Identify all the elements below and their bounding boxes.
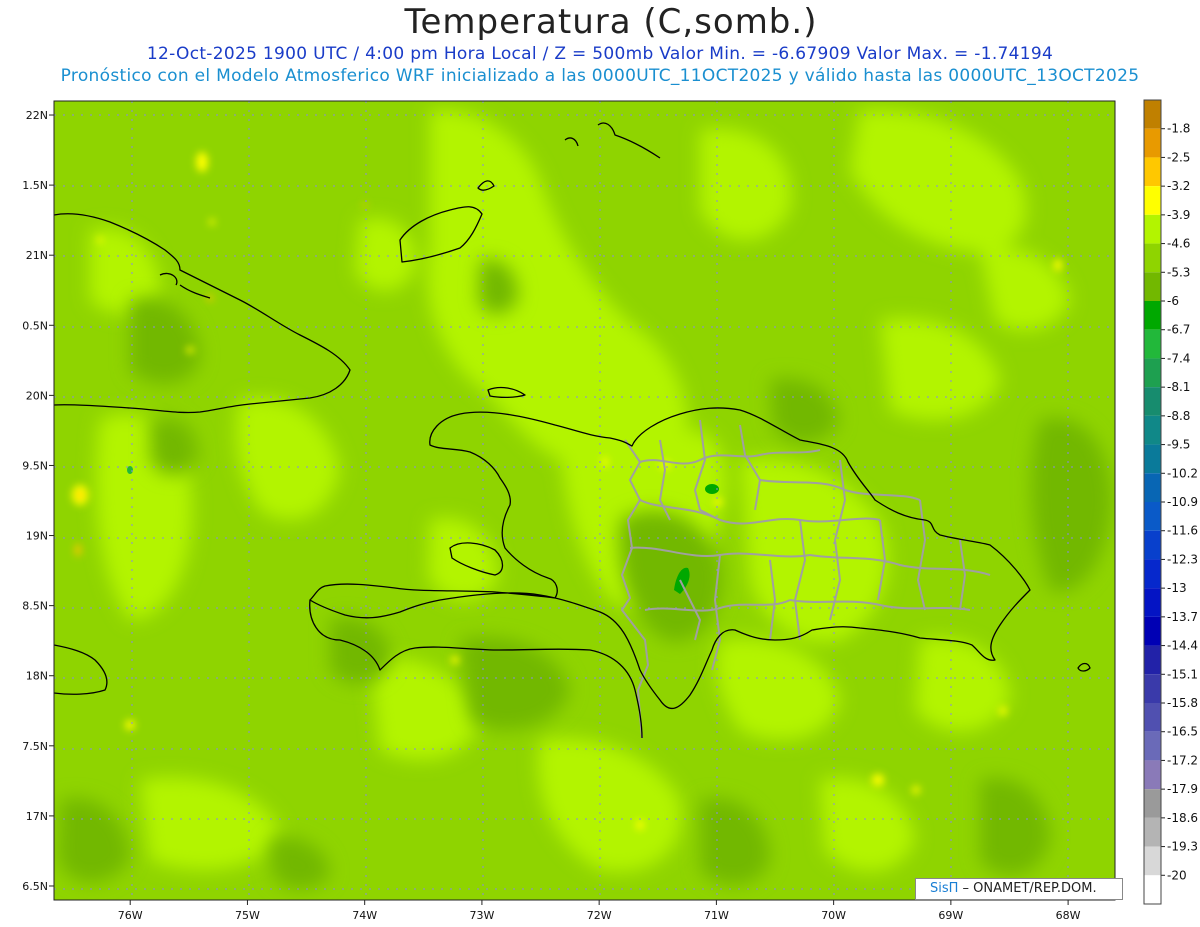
lon-tick-label-4: 72W <box>587 909 612 922</box>
legend-swatch-27 <box>1144 875 1161 904</box>
legend-swatch-0 <box>1144 100 1161 129</box>
lon-tick-label-6: 70W <box>821 909 846 922</box>
legend-label-14: -11.6 <box>1167 524 1198 538</box>
legend-label-1: -2.5 <box>1167 150 1190 164</box>
lat-tick-label-4: 20N <box>26 389 48 402</box>
lat-tick-label-6: 19N <box>26 530 48 543</box>
legend-swatch-5 <box>1144 243 1161 273</box>
legend-swatch-11 <box>1144 415 1161 445</box>
temperature-map: 76W 75W 74W 73W 72W 71W 70W 69W 68W 22N 1.5N 21N 0.… <box>22 99 1198 922</box>
legend-swatch-14 <box>1144 502 1161 531</box>
credit-system: SisΠ <box>930 881 959 896</box>
legend-swatch-1 <box>1144 128 1161 158</box>
legend-swatch-18 <box>1144 616 1161 646</box>
legend-label-11: -9.5 <box>1167 438 1190 452</box>
legend-swatch-21 <box>1144 703 1161 732</box>
credit-box: SisΠ – ONAMET/REP.DOM. <box>915 878 1123 900</box>
credit-org: – ONAMET/REP.DOM. <box>958 881 1097 896</box>
legend-label-22: -17.2 <box>1167 753 1198 767</box>
legend-label-10: -8.8 <box>1167 409 1190 423</box>
legend-label-19: -15.1 <box>1167 667 1198 681</box>
legend-swatch-10 <box>1144 387 1161 416</box>
legend-swatch-8 <box>1144 329 1161 359</box>
legend-label-25: -19.3 <box>1167 840 1198 854</box>
lat-tick-label-8: 18N <box>26 670 48 683</box>
lat-tick-label-1: 1.5N <box>22 179 48 192</box>
legend-label-0: -1.8 <box>1167 122 1190 136</box>
legend-label-15: -12.3 <box>1167 552 1198 566</box>
legend-label-17: -13.7 <box>1167 610 1198 624</box>
legend-label-6: -6 <box>1167 294 1179 308</box>
legend-swatch-23 <box>1144 760 1161 790</box>
lat-tick-label-0: 22N <box>26 109 48 122</box>
legend-swatch-12 <box>1144 444 1161 474</box>
legend-swatch-3 <box>1144 186 1161 215</box>
lon-tick-label-0: 76W <box>118 909 143 922</box>
legend-label-5: -5.3 <box>1167 265 1190 279</box>
lon-tick-label-5: 71W <box>704 909 729 922</box>
lon-tick-label-7: 69W <box>938 909 963 922</box>
lon-tick-label-8: 68W <box>1056 909 1081 922</box>
legend-label-20: -15.8 <box>1167 696 1198 710</box>
lon-tick-label-3: 73W <box>469 909 494 922</box>
legend-swatch-17 <box>1144 588 1161 617</box>
legend-swatch-19 <box>1144 645 1161 675</box>
legend-swatch-4 <box>1144 214 1161 244</box>
lon-tick-label-2: 74W <box>352 909 377 922</box>
legend-swatch-13 <box>1144 473 1161 502</box>
legend-swatch-25 <box>1144 817 1161 847</box>
legend-label-4: -4.6 <box>1167 237 1190 251</box>
legend-swatch-9 <box>1144 358 1161 388</box>
color-legend: -1.8 -2.5 -3.2 -3.9 -4.6 -5.3 -6 -6.7 -7.4 -8.1 -8… <box>1143 99 1198 905</box>
legend-swatch-15 <box>1144 530 1161 560</box>
legend-label-9: -8.1 <box>1167 380 1190 394</box>
legend-swatch-16 <box>1144 559 1161 589</box>
legend-label-3: -3.9 <box>1167 208 1190 222</box>
longitude-axis: 76W 75W 74W 73W 72W 71W 70W 69W 68W <box>118 900 1081 922</box>
temperature-field <box>54 101 1115 900</box>
legend-label-8: -7.4 <box>1167 351 1190 365</box>
lon-tick-label-1: 75W <box>235 909 260 922</box>
lat-tick-label-7: 8.5N <box>22 600 48 613</box>
legend-swatch-2 <box>1144 157 1161 187</box>
legend-label-2: -3.2 <box>1167 179 1190 193</box>
legend-label-26: -20 <box>1167 868 1187 882</box>
legend-swatch-6 <box>1144 272 1161 301</box>
legend-label-7: -6.7 <box>1167 323 1190 337</box>
lat-tick-label-3: 0.5N <box>22 319 48 332</box>
legend-label-16: -13 <box>1167 581 1187 595</box>
legend-swatch-24 <box>1144 789 1161 818</box>
lat-tick-label-2: 21N <box>26 249 48 262</box>
lat-tick-label-5: 9.5N <box>22 459 48 472</box>
legend-swatch-26 <box>1144 846 1161 876</box>
legend-label-21: -16.5 <box>1167 725 1198 739</box>
legend-swatch-22 <box>1144 731 1161 761</box>
legend-label-23: -17.9 <box>1167 782 1198 796</box>
latitude-axis: 22N 1.5N 21N 0.5N 20N 9.5N 19N 8.5N 18N 7.5N 17N 6.… <box>22 109 54 893</box>
legend-label-18: -14.4 <box>1167 639 1198 653</box>
legend-label-12: -10.2 <box>1167 466 1198 480</box>
legend-swatch-7 <box>1144 301 1161 330</box>
lat-tick-label-10: 17N <box>26 810 48 823</box>
legend-swatch-20 <box>1144 674 1161 703</box>
lat-tick-label-11: 6.5N <box>22 880 48 893</box>
legend-label-13: -10.9 <box>1167 495 1198 509</box>
legend-label-24: -18.6 <box>1167 811 1198 825</box>
lat-tick-label-9: 7.5N <box>22 740 48 753</box>
